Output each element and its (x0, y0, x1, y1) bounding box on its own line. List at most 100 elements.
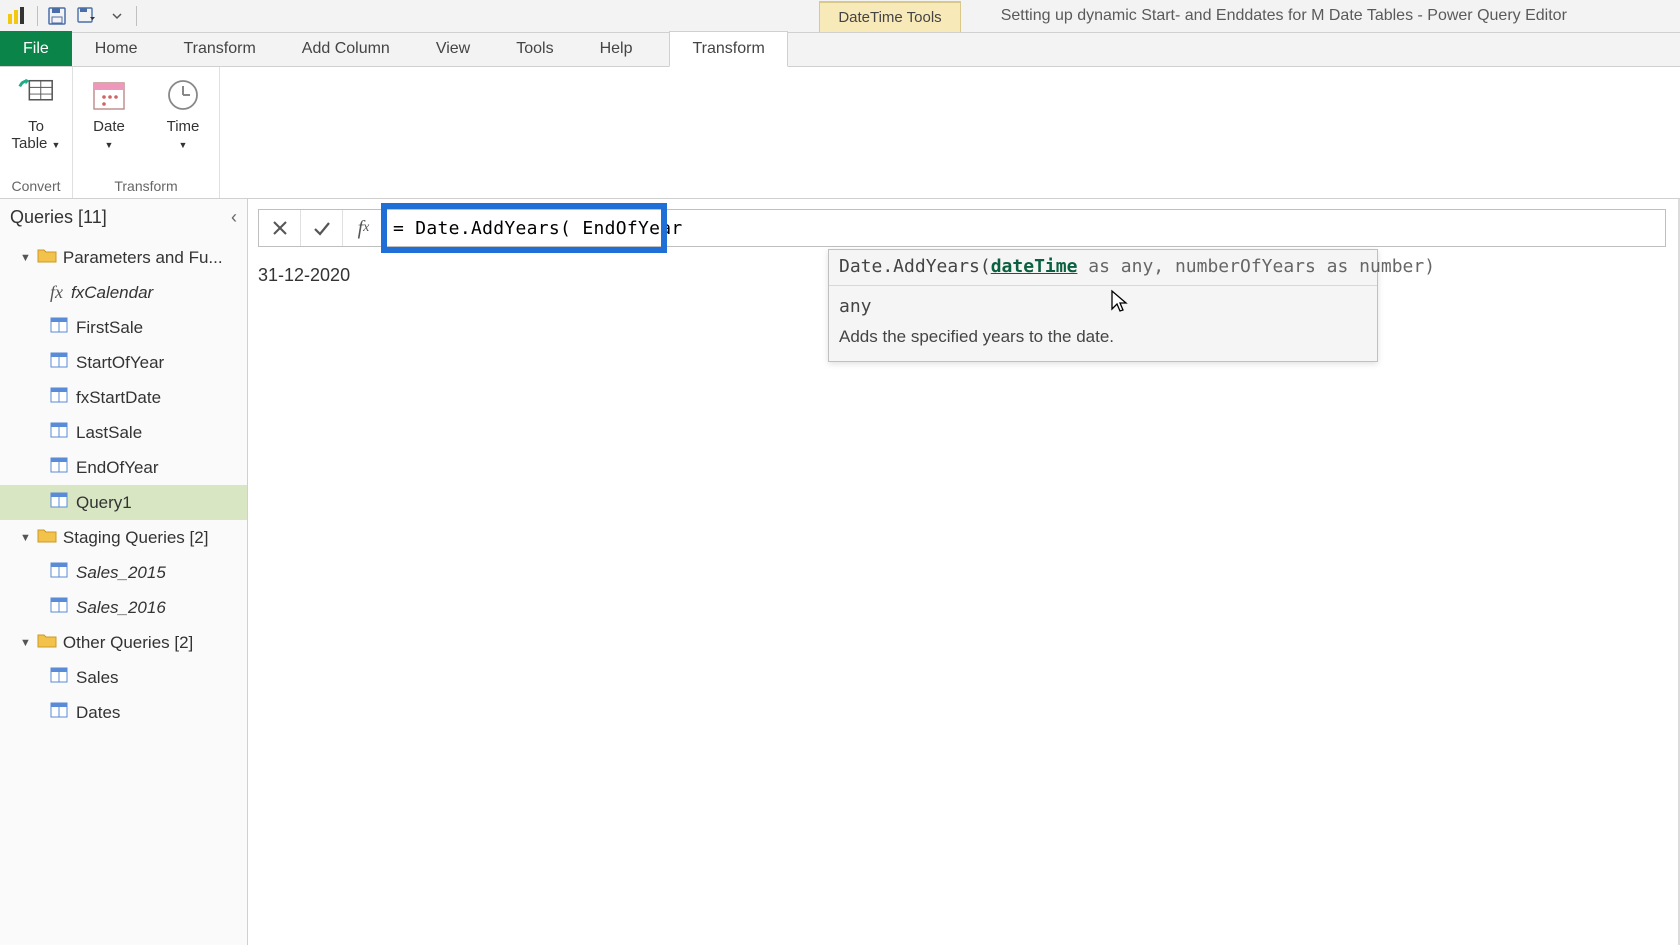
query-label: LastSale (76, 423, 142, 443)
queries-tree: ▼ Parameters and Fu... fx fxCalendar Fir… (0, 236, 247, 734)
table-icon (50, 667, 68, 688)
query-fxstartdate[interactable]: fxStartDate (0, 380, 247, 415)
context-tool-label: DateTime Tools (819, 1, 960, 32)
table-icon (50, 457, 68, 478)
intellisense-tooltip: Date.AddYears(dateTime as any, numberOfY… (828, 249, 1378, 362)
query-label: fxCalendar (71, 283, 153, 303)
tab-file[interactable]: File (0, 31, 72, 66)
main-area: Queries [11] ‹ ▼ Parameters and Fu... fx… (0, 199, 1680, 945)
caret-down-icon: ▼ (20, 252, 31, 264)
query-label: Sales_2015 (76, 563, 166, 583)
table-icon (50, 422, 68, 443)
folder-staging[interactable]: ▼ Staging Queries [2] (0, 520, 247, 555)
table-icon (50, 387, 68, 408)
tab-add-column[interactable]: Add Column (279, 31, 413, 66)
formula-input[interactable] (385, 210, 1665, 246)
queries-panel: Queries [11] ‹ ▼ Parameters and Fu... fx… (0, 199, 248, 945)
time-button[interactable]: Time▼ (155, 75, 211, 152)
query-endofyear[interactable]: EndOfYear (0, 450, 247, 485)
enter-formula-button[interactable] (301, 210, 343, 246)
query-label: fxStartDate (76, 388, 161, 408)
function-name: Date.AddYears( (839, 256, 991, 277)
table-icon (50, 702, 68, 723)
ribbon-content: To Table ▼ Convert Date▼ Time▼ Transform (0, 67, 1680, 199)
tab-view[interactable]: View (413, 31, 493, 66)
formula-input-wrap (385, 210, 1665, 246)
folder-parameters[interactable]: ▼ Parameters and Fu... (0, 240, 247, 275)
tab-home[interactable]: Home (72, 31, 161, 66)
ribbon-tabs: File Home Transform Add Column View Tool… (0, 33, 1680, 67)
caret-down-icon: ▼ (20, 637, 31, 649)
tab-transform[interactable]: Transform (160, 31, 278, 66)
table-icon (50, 562, 68, 583)
group-title-convert: Convert (8, 174, 64, 198)
tab-context-transform[interactable]: Transform (669, 31, 787, 67)
chevron-down-icon: ▼ (52, 140, 61, 150)
quick-access-toolbar (34, 2, 140, 30)
query-sales-2015[interactable]: Sales_2015 (0, 555, 247, 590)
query-query1[interactable]: Query1 (0, 485, 247, 520)
customize-qat-button[interactable] (103, 2, 131, 30)
queries-title: Queries [11] (10, 207, 107, 228)
queries-header[interactable]: Queries [11] ‹ (0, 199, 247, 236)
query-label: Dates (76, 703, 120, 723)
tab-help[interactable]: Help (577, 31, 656, 66)
save-button[interactable] (43, 2, 71, 30)
time-label: Time▼ (167, 119, 200, 152)
tab-tools[interactable]: Tools (493, 31, 576, 66)
query-label: StartOfYear (76, 353, 164, 373)
formula-bar: fx (258, 209, 1666, 247)
separator (136, 6, 137, 26)
function-description: Adds the specified years to the date. (829, 323, 1377, 361)
folder-icon (37, 527, 57, 548)
return-type: any (829, 286, 1377, 323)
query-label: Query1 (76, 493, 132, 513)
folder-label: Parameters and Fu... (63, 248, 223, 268)
signature-line: Date.AddYears(dateTime as any, numberOfY… (829, 250, 1377, 286)
mouse-cursor-icon (1110, 289, 1128, 313)
query-sales-2016[interactable]: Sales_2016 (0, 590, 247, 625)
editor-area: fx 31-12-2020 Date.AddYears(dateTime as … (248, 199, 1680, 945)
signature-rest: as any, numberOfYears as number) (1077, 256, 1435, 277)
folder-icon (37, 632, 57, 653)
caret-down-icon: ▼ (20, 532, 31, 544)
query-fxcalendar[interactable]: fx fxCalendar (0, 275, 247, 310)
folder-label: Other Queries [2] (63, 633, 193, 653)
folder-other[interactable]: ▼ Other Queries [2] (0, 625, 247, 660)
document-title: Setting up dynamic Start- and Enddates f… (961, 7, 1680, 25)
date-label: Date▼ (93, 119, 125, 152)
date-button[interactable]: Date▼ (81, 75, 137, 152)
collapse-panel-icon[interactable]: ‹ (231, 207, 237, 228)
time-icon (163, 75, 203, 115)
to-table-button[interactable]: To Table ▼ (8, 75, 64, 152)
separator (37, 6, 38, 26)
query-dates[interactable]: Dates (0, 695, 247, 730)
app-icon (4, 4, 28, 28)
query-sales[interactable]: Sales (0, 660, 247, 695)
function-icon: fx (50, 282, 63, 303)
folder-label: Staging Queries [2] (63, 528, 209, 548)
ribbon-group-transform: Date▼ Time▼ Transform (73, 67, 220, 198)
query-label: FirstSale (76, 318, 143, 338)
query-firstsale[interactable]: FirstSale (0, 310, 247, 345)
query-label: Sales (76, 668, 119, 688)
query-lastsale[interactable]: LastSale (0, 415, 247, 450)
query-label: Sales_2016 (76, 598, 166, 618)
save-as-button[interactable] (73, 2, 101, 30)
cancel-formula-button[interactable] (259, 210, 301, 246)
ribbon-group-convert: To Table ▼ Convert (0, 67, 73, 198)
chevron-down-icon: ▼ (179, 140, 188, 150)
table-icon (50, 597, 68, 618)
folder-icon (37, 247, 57, 268)
active-parameter: dateTime (991, 256, 1078, 277)
title-center: DateTime Tools Setting up dynamic Start-… (140, 1, 1680, 32)
to-table-icon (16, 75, 56, 115)
fx-icon[interactable]: fx (343, 210, 385, 246)
title-bar: DateTime Tools Setting up dynamic Start-… (0, 0, 1680, 33)
group-title-transform: Transform (81, 174, 211, 198)
chevron-down-icon: ▼ (105, 140, 114, 150)
table-icon (50, 492, 68, 513)
query-label: EndOfYear (76, 458, 159, 478)
query-startofyear[interactable]: StartOfYear (0, 345, 247, 380)
to-table-label: To Table ▼ (12, 119, 61, 152)
